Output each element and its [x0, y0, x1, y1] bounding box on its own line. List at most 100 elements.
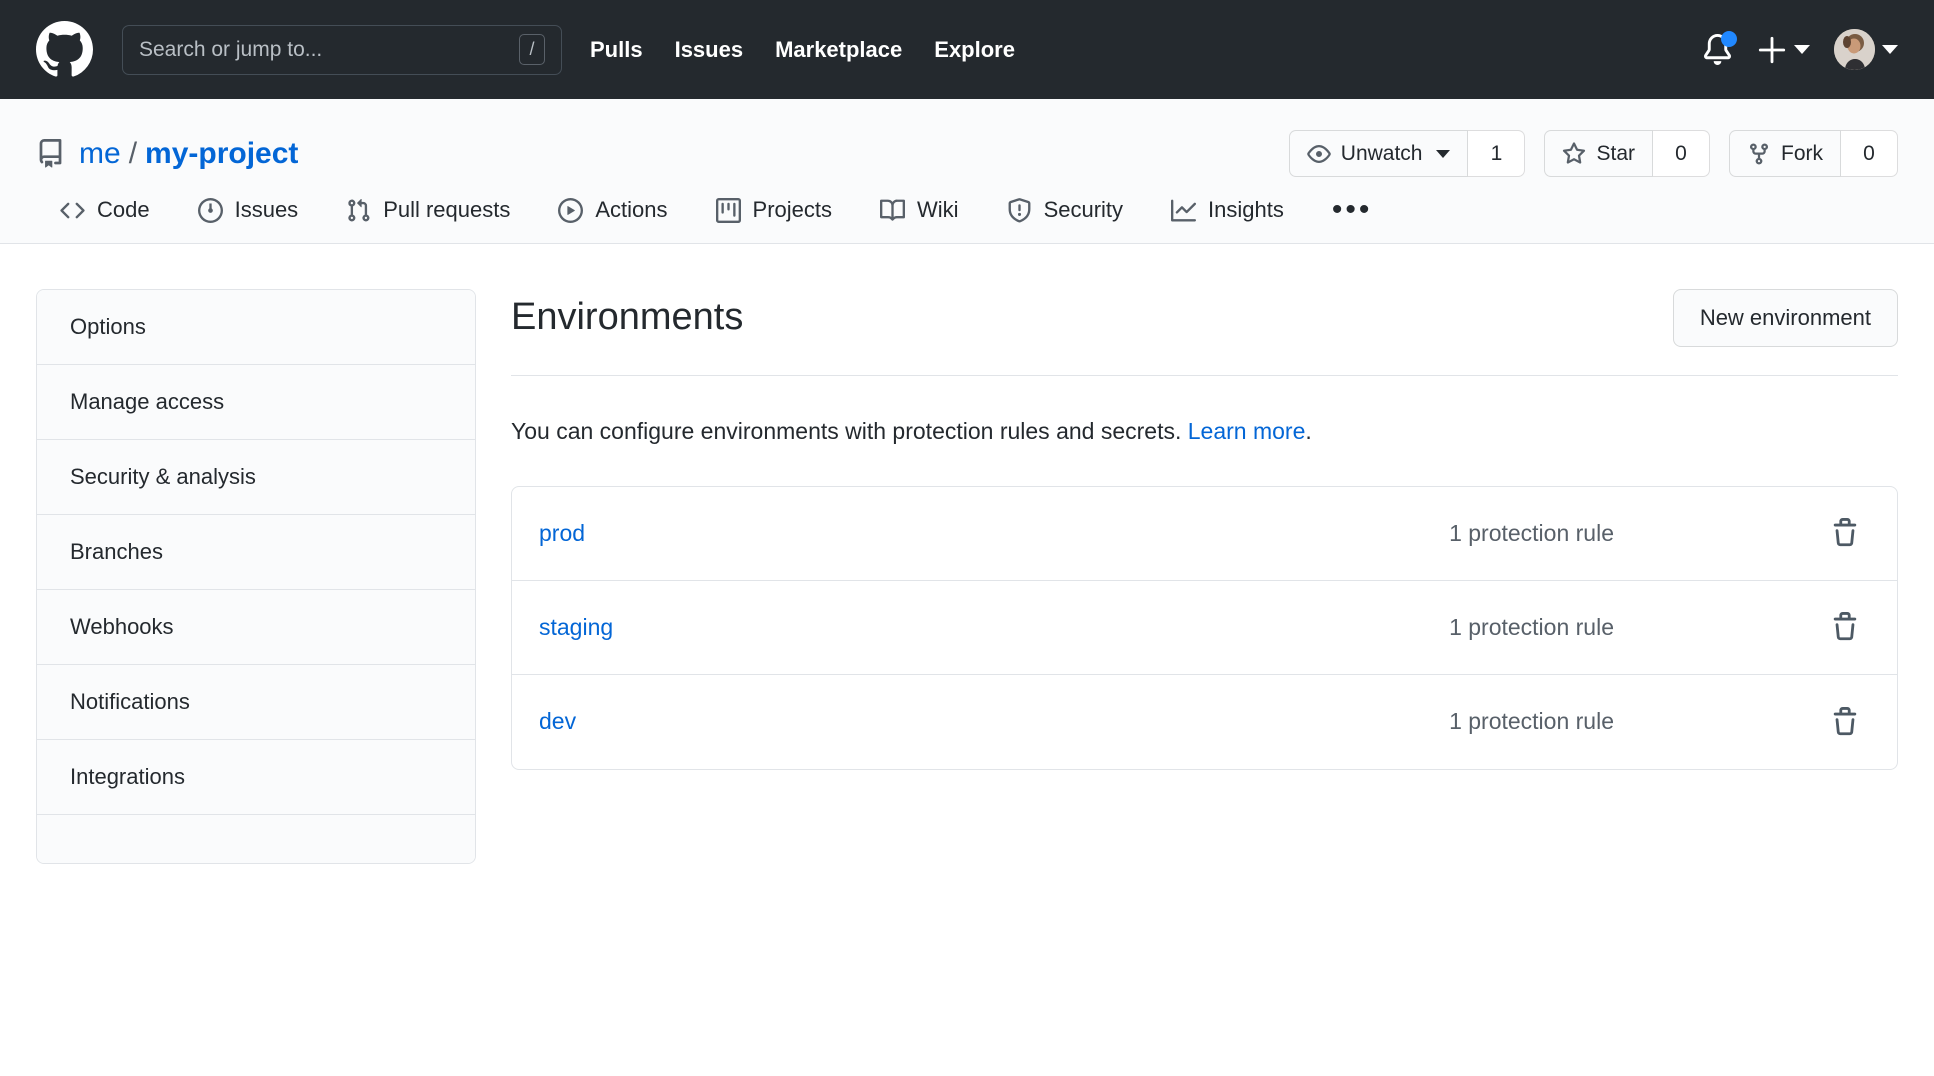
main-content: Environments New environment You can con… — [508, 289, 1898, 864]
delete-environment-button[interactable] — [1824, 701, 1866, 743]
sidebar-item-security-analysis[interactable]: Security & analysis — [37, 440, 475, 515]
repo-owner-link[interactable]: me — [79, 137, 121, 171]
delete-environment-button[interactable] — [1824, 512, 1866, 554]
global-nav-pulls[interactable]: Pulls — [590, 37, 643, 63]
repo-tab-projects[interactable]: Projects — [692, 197, 856, 243]
chevron-down-icon — [1436, 150, 1450, 158]
chevron-down-icon — [1794, 45, 1810, 54]
notification-unread-dot — [1721, 31, 1737, 47]
environment-link-dev[interactable]: dev — [539, 708, 576, 735]
sidebar-item-webhooks[interactable]: Webhooks — [37, 590, 475, 665]
breadcrumb-separator: / — [129, 137, 137, 171]
project-icon — [716, 198, 741, 223]
page-title: Environments — [511, 295, 743, 341]
watch-count[interactable]: 1 — [1468, 130, 1525, 177]
trash-icon — [1830, 707, 1860, 737]
fork-button[interactable]: Fork — [1729, 130, 1841, 177]
star-icon — [1562, 142, 1586, 166]
repo-header: me / my-project Unwatch 1 — [0, 99, 1934, 244]
repo-icon — [36, 139, 65, 168]
fork-label: Fork — [1781, 142, 1823, 166]
unwatch-button[interactable]: Unwatch — [1289, 130, 1469, 177]
table-row: prod 1 protection rule — [512, 487, 1897, 581]
settings-sidebar: Options Manage access Security & analysi… — [36, 289, 476, 864]
repo-tab-actions[interactable]: Actions — [534, 197, 691, 243]
star-count[interactable]: 0 — [1653, 130, 1710, 177]
chevron-down-icon — [1882, 45, 1898, 54]
repo-tab-label: Code — [97, 197, 150, 223]
fork-count[interactable]: 0 — [1841, 130, 1898, 177]
new-environment-button[interactable]: New environment — [1673, 289, 1898, 347]
shield-icon — [1007, 198, 1032, 223]
repo-tab-label: Security — [1044, 197, 1123, 223]
avatar-image — [1834, 29, 1875, 70]
search-input[interactable] — [139, 38, 511, 62]
repo-tab-insights[interactable]: Insights — [1147, 197, 1308, 243]
trash-icon — [1830, 612, 1860, 642]
sidebar-item-options[interactable]: Options — [37, 290, 475, 365]
repo-tab-label: Pull requests — [383, 197, 510, 223]
global-nav-explore[interactable]: Explore — [934, 37, 1015, 63]
sidebar-item-manage-access[interactable]: Manage access — [37, 365, 475, 440]
repo-title-row: me / my-project Unwatch 1 — [36, 99, 1898, 177]
global-nav-marketplace[interactable]: Marketplace — [775, 37, 902, 63]
global-header: / Pulls Issues Marketplace Explore — [0, 0, 1934, 99]
avatar — [1834, 29, 1875, 70]
repo-tab-label: Issues — [235, 197, 299, 223]
repo-nav: Code Issues Pull requests Actions — [36, 177, 1898, 243]
plus-icon — [1757, 35, 1787, 65]
page-body: Options Manage access Security & analysi… — [0, 244, 1934, 864]
environment-rules-count: 1 protection rule — [1449, 520, 1824, 547]
user-menu-button[interactable] — [1834, 29, 1898, 70]
main-header: Environments New environment — [511, 289, 1898, 376]
eye-icon — [1307, 142, 1331, 166]
global-nav: Pulls Issues Marketplace Explore — [590, 37, 1015, 63]
book-icon — [880, 198, 905, 223]
issue-opened-icon — [198, 198, 223, 223]
star-label: Star — [1596, 142, 1635, 166]
repo-tab-pull-requests[interactable]: Pull requests — [322, 197, 534, 243]
unwatch-label: Unwatch — [1341, 142, 1423, 166]
repo-tab-label: Wiki — [917, 197, 959, 223]
sidebar-item-integrations[interactable]: Integrations — [37, 740, 475, 815]
repo-tab-wiki[interactable]: Wiki — [856, 197, 983, 243]
breadcrumb: me / my-project — [79, 137, 298, 171]
repo-tab-security[interactable]: Security — [983, 197, 1147, 243]
table-row: dev 1 protection rule — [512, 675, 1897, 769]
environment-link-prod[interactable]: prod — [539, 520, 585, 547]
search-box[interactable]: / — [122, 25, 562, 75]
repo-tab-label: Actions — [595, 197, 667, 223]
repo-actions: Unwatch 1 Star 0 — [1289, 130, 1898, 177]
repo-tab-issues[interactable]: Issues — [174, 197, 323, 243]
environments-description: You can configure environments with prot… — [511, 414, 1898, 449]
watch-button-group: Unwatch 1 — [1289, 130, 1526, 177]
environment-rules-count: 1 protection rule — [1449, 614, 1824, 641]
trash-icon — [1830, 518, 1860, 548]
repo-name-link[interactable]: my-project — [145, 137, 298, 171]
global-nav-issues[interactable]: Issues — [675, 37, 744, 63]
learn-more-link[interactable]: Learn more — [1188, 418, 1306, 444]
sidebar-item-partial[interactable] — [37, 815, 475, 863]
repo-tab-label: Insights — [1208, 197, 1284, 223]
create-new-button[interactable] — [1757, 35, 1810, 65]
description-suffix: . — [1305, 418, 1311, 444]
environments-list: prod 1 protection rule staging 1 protect… — [511, 486, 1898, 770]
description-text: You can configure environments with prot… — [511, 418, 1188, 444]
notifications-button[interactable] — [1702, 34, 1733, 65]
repo-tabs-overflow-button[interactable]: ••• — [1308, 201, 1397, 239]
sidebar-item-branches[interactable]: Branches — [37, 515, 475, 590]
code-icon — [60, 198, 85, 223]
sidebar-item-notifications[interactable]: Notifications — [37, 665, 475, 740]
environment-rules-count: 1 protection rule — [1449, 708, 1824, 735]
git-pull-request-icon — [346, 198, 371, 223]
repo-tab-code[interactable]: Code — [36, 197, 174, 243]
delete-environment-button[interactable] — [1824, 606, 1866, 648]
play-icon — [558, 198, 583, 223]
table-row: staging 1 protection rule — [512, 581, 1897, 675]
search-shortcut-badge: / — [519, 34, 545, 65]
fork-button-group: Fork 0 — [1729, 130, 1898, 177]
star-button[interactable]: Star — [1544, 130, 1653, 177]
github-mark-icon[interactable] — [36, 21, 93, 78]
repo-forked-icon — [1747, 142, 1771, 166]
environment-link-staging[interactable]: staging — [539, 614, 613, 641]
